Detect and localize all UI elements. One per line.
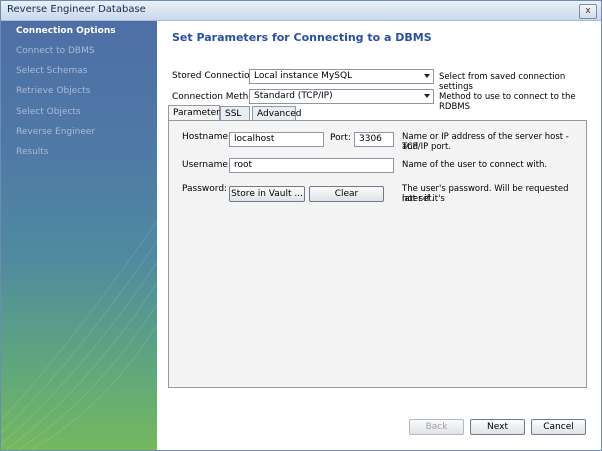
tab-ssl[interactable]: SSL <box>220 106 250 120</box>
wizard-window: Reverse Engineer Database x Connection O… <box>0 0 602 451</box>
stored-connection-hint: Select from saved connection settings <box>439 72 566 92</box>
username-input[interactable]: root <box>229 158 394 173</box>
parameters-panel: Hostname: localhost Port: 3306 Name or I… <box>168 120 587 388</box>
store-in-vault-button[interactable]: Store in Vault ... <box>229 186 305 202</box>
step-results: Results <box>16 147 49 157</box>
stored-connection-value: Local instance MySQL <box>254 71 353 81</box>
step-connect-to-dbms: Connect to DBMS <box>16 46 95 56</box>
username-label: Username: <box>182 160 231 170</box>
close-icon: x <box>585 6 591 16</box>
hostname-input[interactable]: localhost <box>229 132 324 147</box>
next-button[interactable]: Next <box>470 419 525 435</box>
hostname-label: Hostname: <box>182 132 232 142</box>
port-input[interactable]: 3306 <box>354 132 394 147</box>
stored-connection-select[interactable]: Local instance MySQL <box>249 69 434 84</box>
stored-connection-label: Stored Connection: <box>172 71 259 81</box>
port-label: Port: <box>330 133 351 143</box>
clear-button[interactable]: Clear <box>309 186 384 202</box>
close-button[interactable]: x <box>579 4 597 19</box>
password-label: Password: <box>182 184 228 194</box>
cancel-button[interactable]: Cancel <box>531 419 586 435</box>
step-connection-options: Connection Options <box>16 26 116 36</box>
connection-method-hint: Method to use to connect to the RDBMS <box>439 92 576 112</box>
step-select-schemas: Select Schemas <box>16 66 88 76</box>
step-retrieve-objects: Retrieve Objects <box>16 86 91 96</box>
connection-method-select[interactable]: Standard (TCP/IP) <box>249 89 434 104</box>
chevron-down-icon <box>424 94 430 98</box>
wizard-steps-sidebar: Connection Options Connect to DBMS Selec… <box>1 21 157 450</box>
page-title: Set Parameters for Connecting to a DBMS <box>172 31 432 44</box>
password-hint-line-2: not set. <box>402 194 435 204</box>
tab-parameters[interactable]: Parameters <box>168 105 225 121</box>
step-select-objects: Select Objects <box>16 107 81 117</box>
connection-method-value: Standard (TCP/IP) <box>254 91 333 101</box>
username-hint: Name of the user to connect with. <box>402 160 548 170</box>
chevron-down-icon <box>424 74 430 78</box>
tab-advanced[interactable]: Advanced <box>252 106 301 120</box>
main-content: Set Parameters for Connecting to a DBMS … <box>158 21 601 450</box>
back-button[interactable]: Back <box>409 419 464 435</box>
step-reverse-engineer: Reverse Engineer <box>16 127 96 137</box>
hostname-hint-line-2: TCP/IP port. <box>402 142 452 152</box>
window-title: Reverse Engineer Database <box>7 4 146 15</box>
title-bar: Reverse Engineer Database x <box>1 1 601 21</box>
